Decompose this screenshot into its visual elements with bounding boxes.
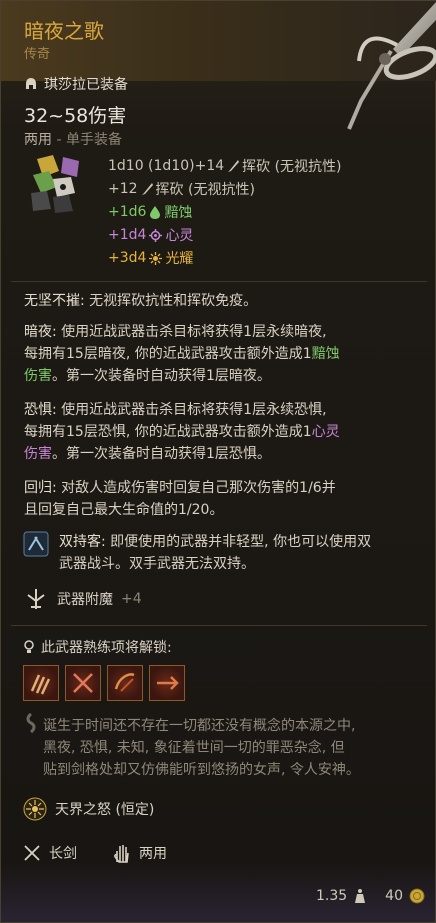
- crossed-blades-icon: [73, 673, 93, 693]
- radiant-icon: [149, 251, 163, 265]
- passive-fear-damage-word: 伤害: [24, 446, 52, 462]
- passive-unyielding-text: 无视挥砍抗性和挥砍免疫。: [84, 293, 258, 309]
- dice-icon: [31, 155, 79, 213]
- damage-row-1-type: 挥砍 (无视抗性): [242, 159, 342, 175]
- item-lore: 诞生于时间还不存在一切都还没有概念的本源之中, 黑夜, 恐惧, 未知, 象征着世…: [43, 715, 423, 781]
- damage-row-2-type: 挥砍 (无视抗性): [155, 182, 255, 198]
- passive-return-line2: 且回复自己最大生命值的1/20。: [24, 502, 224, 518]
- enchant-label: 武器附魔: [57, 592, 113, 608]
- quote-icon: [26, 713, 36, 733]
- lore-line3: 贴到剑格处却又仿佛能听到悠扬的女声, 令人安神。: [43, 762, 360, 778]
- passive-return: 回归: 对敌人造成伤害时回复自己那次伤害的1/6并 且回复自己最大生命值的1/2…: [24, 477, 419, 521]
- item-weight: 1.35: [316, 888, 348, 904]
- claw-strike-icon: [30, 674, 51, 695]
- equipped-by-label: 琪莎拉已装备: [44, 77, 128, 93]
- sunburst-icon: [23, 797, 47, 821]
- mastery-action-4[interactable]: [149, 665, 185, 701]
- passive-darkness-line3: 。第一次装备时自动获得1层暗夜。: [52, 368, 271, 384]
- passive-fear-damage-type: 心灵: [311, 424, 340, 440]
- damage-row-3-dice: +1d6: [108, 204, 147, 220]
- damage-row-3-type: 黯蚀: [164, 205, 193, 221]
- psychic-icon: [149, 228, 163, 242]
- weapon-enchant: 武器附魔 +4: [23, 587, 142, 611]
- feat-dual-wielder: 双持客: 即便使用的武器并非轻型, 你也可以使用双 武器战斗。双手武器无法双持。: [59, 531, 421, 575]
- item-tooltip: 暗夜之歌 传奇 琪莎拉已装备 32~58伤害 两用 - 单手装备 1d10 (1…: [0, 0, 436, 923]
- enchant-icon: [27, 589, 45, 609]
- item-value: 40: [385, 888, 403, 904]
- dual-wielder-line1: 即便使用的武器并非轻型, 你也可以使用双: [105, 534, 372, 550]
- hand-icon: [114, 845, 129, 863]
- damage-row-5-dice: +3d4: [108, 250, 147, 266]
- damage-row-2: +12 挥砍 (无视抗性): [108, 179, 255, 199]
- lore-line1: 诞生于时间还不存在一切都还没有概念的本源之中,: [43, 718, 356, 734]
- lore-line2: 黑夜, 恐惧, 未知, 象征着世间一切的罪恶杂念, 但: [43, 740, 345, 756]
- lightbulb-icon: [24, 640, 34, 653]
- passive-darkness-name: 暗夜:: [24, 324, 57, 340]
- damage-row-3: +1d6 黯蚀: [108, 202, 192, 222]
- damage-row-1-dice: 1d10 (1d10)+14: [108, 158, 225, 174]
- passive-darkness-line2: 每拥有15层暗夜, 你的近战武器攻击额外造成1: [24, 346, 312, 362]
- property-versatile: 两用: [139, 846, 167, 862]
- damage-row-4-dice: +1d4: [108, 227, 147, 243]
- damage-row-1: 1d10 (1d10)+14 挥砍 (无视抗性): [108, 156, 342, 176]
- damage-row-2-dice: +12: [108, 181, 138, 197]
- weapon-properties: 长剑 两用: [23, 843, 167, 863]
- mastery-action-1[interactable]: [23, 665, 59, 701]
- helmet-icon: [26, 78, 36, 89]
- slash-icon: [141, 183, 153, 195]
- divider: [11, 625, 427, 626]
- passive-fear-line3: 。第一次装备时自动获得1层恐惧。: [52, 446, 271, 462]
- granted-spell[interactable]: 天界之怒 (恒定): [23, 797, 154, 821]
- dual-wielder-name: 双持客:: [59, 534, 106, 550]
- equip-slot: 两用 - 单手装备: [24, 129, 122, 149]
- item-rarity: 传奇: [24, 47, 51, 62]
- gold-coin-icon: [409, 888, 425, 904]
- passive-darkness: 暗夜: 使用近战武器击杀目标将获得1层永续暗夜, 每拥有15层暗夜, 你的近战武…: [24, 321, 419, 387]
- enchant-value: +4: [121, 591, 142, 607]
- mastery-label: 此武器熟练项将解锁:: [41, 640, 172, 656]
- damage-row-5: +3d4 光耀: [108, 248, 193, 268]
- mastery-action-2[interactable]: [65, 665, 101, 701]
- divider: [11, 281, 427, 282]
- dual-wielder-line2: 武器战斗。双手武器无法双持。: [59, 556, 255, 572]
- passive-unyielding-name: 无坚不摧:: [24, 293, 85, 309]
- passive-darkness-damage-word: 伤害: [24, 368, 52, 384]
- passive-darkness-damage-type: 黯蚀: [311, 346, 340, 362]
- sweep-icon: [114, 673, 135, 692]
- damage-row-4: +1d4 心灵: [108, 225, 193, 245]
- dual-wield-icon: [23, 531, 49, 557]
- passive-return-line1: 对敌人造成伤害时回复自己那次伤害的1/6并: [56, 480, 336, 496]
- damage-row-4-type: 心灵: [165, 228, 194, 244]
- passive-return-name: 回归:: [24, 480, 57, 496]
- slash-icon: [228, 160, 240, 172]
- granted-spell-name: 天界之怒 (恒定): [55, 802, 155, 818]
- weight-icon: [355, 889, 366, 903]
- mastery-action-3[interactable]: [107, 665, 143, 701]
- mastery-action-list: [23, 665, 185, 701]
- mastery-header: 此武器熟练项将解锁:: [23, 637, 172, 657]
- damage-range: 32~58伤害: [24, 105, 127, 127]
- damage-row-5-type: 光耀: [165, 251, 194, 267]
- longsword-icon: [24, 845, 40, 861]
- equip-slot-sub: - 单手装备: [52, 132, 122, 148]
- passive-fear-name: 恐惧:: [24, 402, 57, 418]
- passive-unyielding: 无坚不摧: 无视挥砍抗性和挥砍免疫。: [24, 290, 419, 312]
- passive-fear-line2: 每拥有15层恐惧, 你的近战武器攻击额外造成1: [24, 424, 312, 440]
- item-footer: 1.35 40: [316, 888, 425, 904]
- passive-darkness-line1: 使用近战武器击杀目标将获得1层永续暗夜,: [56, 324, 327, 340]
- passive-fear: 恐惧: 使用近战武器击杀目标将获得1层永续恐惧, 每拥有15层恐惧, 你的近战武…: [24, 399, 419, 465]
- property-longsword: 长剑: [49, 846, 77, 862]
- sword-illustration: [347, 2, 436, 130]
- lunge-icon: [157, 676, 179, 690]
- passive-fear-line1: 使用近战武器击杀目标将获得1层永续恐惧,: [56, 402, 327, 418]
- equipped-by: 琪莎拉已装备: [24, 74, 128, 94]
- equip-slot-main: 两用: [24, 132, 52, 148]
- acid-icon: [150, 206, 161, 219]
- item-name: 暗夜之歌: [24, 19, 104, 43]
